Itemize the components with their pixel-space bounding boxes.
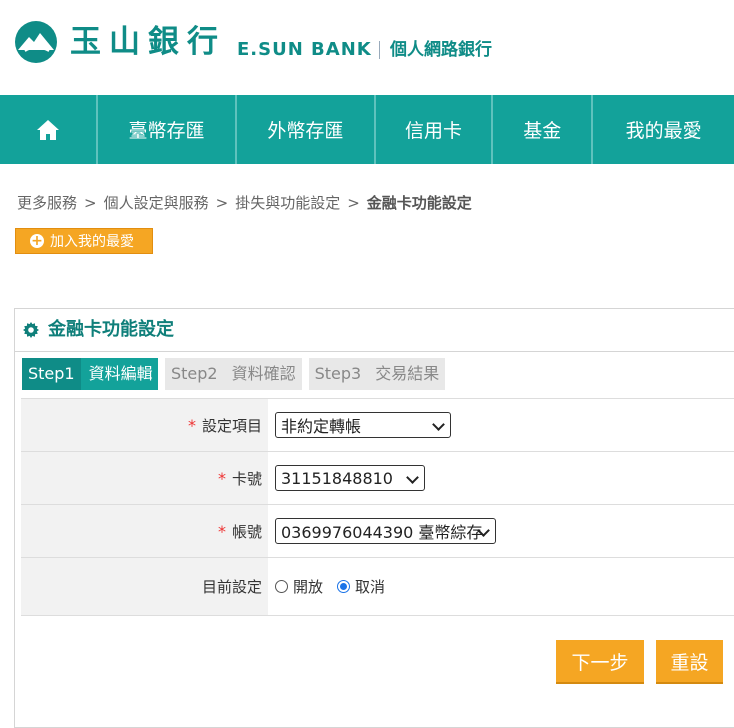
form-row-setting-item: * 設定項目 非約定轉帳 [21, 398, 734, 452]
current-setting-cell: 開放 取消 [268, 558, 734, 615]
setting-item-value: 非約定轉帳 [281, 417, 362, 436]
nav-item-fx[interactable]: 外幣存匯 [237, 95, 376, 164]
breadcrumb: 更多服務 > 個人設定與服務 > 掛失與功能設定 > 金融卡功能設定 [17, 192, 472, 214]
form-row-card-number: * 卡號 31151848810 [21, 452, 734, 505]
breadcrumb-item[interactable]: 個人設定與服務 [104, 194, 209, 212]
form-row-account: * 帳號 0369976044390 臺幣綜存 [21, 505, 734, 558]
breadcrumb-item[interactable]: 更多服務 [17, 194, 77, 212]
logo-divider [379, 41, 380, 59]
card-number-value: 31151848810 [281, 468, 393, 488]
home-icon [37, 119, 60, 140]
step-1: Step1 資料編輯 [22, 358, 158, 390]
chevron-down-icon [432, 418, 445, 431]
step-2-label: 資料確認 [231, 364, 296, 383]
card-number-label: * 卡號 [21, 452, 268, 504]
card-number-cell: 31151848810 [268, 452, 734, 504]
add-favorite-button[interactable]: + 加入我的最愛 [15, 228, 153, 254]
breadcrumb-current: 金融卡功能設定 [366, 194, 472, 212]
panel-title: 金融卡功能設定 [48, 319, 174, 340]
site-subtitle: 個人網路銀行 [390, 40, 492, 60]
radio-cancel[interactable]: 取消 [337, 576, 385, 597]
setting-item-select[interactable]: 非約定轉帳 [275, 412, 451, 438]
step-1-label: 資料編輯 [88, 364, 153, 383]
current-setting-label-text: 目前設定 [201, 578, 262, 596]
esun-mountain-logo-icon[interactable] [14, 20, 58, 64]
main-nav: 臺幣存匯 外幣存匯 信用卡 基金 我的最愛 [0, 95, 734, 164]
step-3: Step3 交易結果 [308, 358, 446, 390]
reset-button[interactable]: 重設 [656, 640, 723, 682]
card-settings-panel: 金融卡功能設定 Step1 資料編輯 Step2 資料確認 Step3 交易結果 *… [14, 308, 734, 728]
account-label: * 帳號 [21, 505, 268, 557]
radio-open-circle[interactable] [275, 580, 288, 593]
bank-name-en[interactable]: E.SUN BANK [237, 36, 372, 64]
step-indicator: Step1 資料編輯 Step2 資料確認 Step3 交易結果 [22, 358, 452, 390]
card-number-select[interactable]: 31151848810 [275, 465, 425, 491]
setting-item-cell: 非約定轉帳 [268, 399, 734, 451]
breadcrumb-separator: > [84, 194, 97, 212]
bank-name-cn[interactable]: 玉山銀行 [70, 20, 226, 64]
step-2-number: Step2 [171, 364, 218, 383]
nav-home[interactable] [0, 95, 99, 164]
account-label-text: 帳號 [231, 522, 262, 541]
required-mark: * [217, 521, 226, 541]
required-mark: * [217, 468, 226, 488]
add-favorite-label: 加入我的最愛 [50, 234, 134, 250]
breadcrumb-separator: > [215, 194, 229, 212]
header: 玉山銀行 E.SUN BANK 個人網路銀行 [0, 0, 734, 95]
radio-cancel-label: 取消 [355, 578, 386, 596]
plus-circle-icon: + [30, 233, 44, 249]
nav-item-fund[interactable]: 基金 [493, 95, 594, 164]
setting-item-label-text: 設定項目 [201, 416, 262, 435]
settings-form: * 設定項目 非約定轉帳 * 卡號 31151848810 * 帳號 03699… [21, 398, 734, 616]
form-row-current-setting: 目前設定 開放 取消 [21, 558, 734, 616]
radio-open-label: 開放 [293, 578, 324, 596]
radio-open[interactable]: 開放 [275, 576, 323, 597]
nav-item-credit-card[interactable]: 信用卡 [376, 95, 494, 164]
next-step-button[interactable]: 下一步 [556, 640, 644, 682]
nav-item-twd[interactable]: 臺幣存匯 [98, 95, 237, 164]
step-3-number: Step3 [314, 364, 362, 383]
account-select[interactable]: 0369976044390 臺幣綜存 [275, 518, 496, 544]
radio-cancel-circle[interactable] [337, 580, 351, 593]
chevron-down-icon [406, 471, 419, 484]
step-2: Step2 資料確認 [165, 358, 302, 390]
step-1-number: Step1 [22, 358, 81, 390]
breadcrumb-item[interactable]: 掛失與功能設定 [235, 194, 340, 212]
account-cell: 0369976044390 臺幣綜存 [268, 505, 734, 557]
account-value: 0369976044390 臺幣綜存 [281, 523, 483, 542]
current-setting-label: 目前設定 [21, 558, 268, 615]
gear-icon [23, 322, 39, 338]
step-3-label: 交易結果 [375, 364, 440, 383]
setting-item-label: * 設定項目 [21, 399, 268, 451]
breadcrumb-separator: > [347, 194, 360, 212]
required-mark: * [187, 415, 196, 435]
card-number-label-text: 卡號 [231, 469, 262, 488]
panel-header: 金融卡功能設定 [15, 309, 734, 352]
nav-item-favorites[interactable]: 我的最愛 [593, 95, 734, 164]
